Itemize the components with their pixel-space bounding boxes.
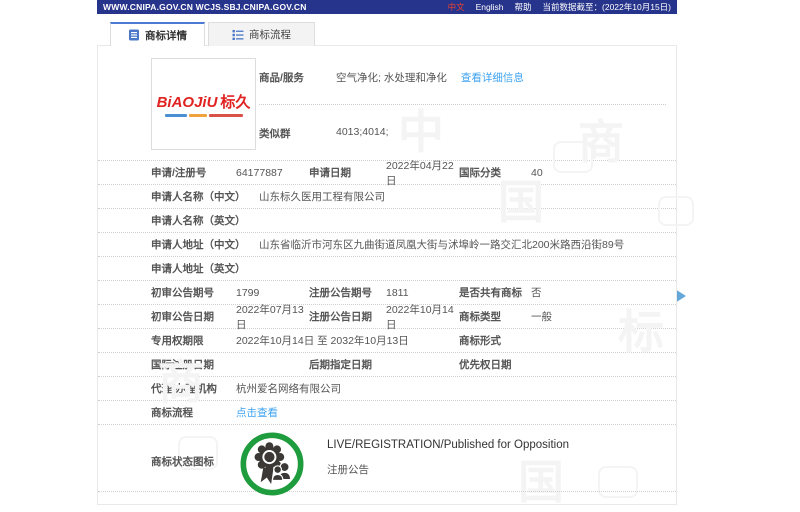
field-label: 商标流程 [151,405,236,420]
table-row-agent: 代理/办理机构 杭州爱名网络有限公司 [98,376,676,400]
document-icon [128,29,140,41]
brand-logo-text: BiAOJiU标久 [157,91,251,112]
click-to-view-link[interactable]: 点击查看 [236,405,278,420]
field-label: 申请人地址（中文） [151,237,259,252]
tab-trademark-process[interactable]: 商标流程 [208,22,315,46]
field-label: 申请/注册号 [151,165,236,180]
field-value: 40 [531,167,676,179]
table-row-address-cn: 申请人地址（中文） 山东省临沂市河东区九曲街道凤凰大街与沭埠岭一路交汇北200米… [98,232,676,256]
table-row-application: 申请/注册号 64177887 申请日期 2022年04月22日 国际分类 40 [98,160,676,184]
field-value: 4013;4014; [336,126,389,141]
green-medal-badge-icon [239,431,305,500]
goods-services-row: 商品/服务 空气净化; 水处理和净化 查看详细信息 [259,70,524,85]
brand-cn: 标久 [220,94,250,111]
field-value: 杭州爱名网络有限公司 [236,381,676,396]
field-label: 注册公告期号 [309,285,386,300]
field-label: 商品/服务 [259,70,336,85]
brand-en: BiAOJiU [157,94,218,111]
field-value: 1799 [236,287,309,299]
lang-chinese-link[interactable]: 中文 [448,0,465,14]
status-text-cn: 注册公告 [327,462,569,477]
divider [259,104,666,105]
field-value: 山东省临沂市河东区九曲街道凤凰大街与沭埠岭一路交汇北200米路西沿街89号 [259,237,676,252]
field-value: 山东标久医用工程有限公司 [259,189,676,204]
tab-label: 商标详情 [145,28,187,43]
list-icon [232,29,244,41]
field-value: 2022年07月13日 [236,302,309,332]
data-cutoff-text: 当前数据截至：(2022年10月15日) [543,0,671,14]
field-label: 申请人名称（英文） [151,213,259,228]
field-label: 申请日期 [309,165,386,180]
field-label: 代理/办理机构 [151,381,236,396]
field-value: 2022年10月14日 至 2032年10月13日 [236,333,459,348]
field-value: 2022年04月22日 [386,158,459,188]
table-row-publication-date: 初审公告日期 2022年07月13日 注册公告日期 2022年10月14日 商标… [98,304,676,328]
field-label: 申请人地址（英文） [151,261,259,276]
top-navy-bar: WWW.CNIPA.GOV.CN WCJS.SBJ.CNIPA.GOV.CN 中… [97,0,677,14]
table-row-applicant-en: 申请人名称（英文） [98,208,676,232]
field-label: 类似群 [259,126,336,141]
help-link[interactable]: 帮助 [515,0,532,14]
field-label: 后期指定日期 [309,357,386,372]
table-row-intl-dates: 国际注册日期 后期指定日期 优先权日期 [98,352,676,376]
trademark-image: BiAOJiU标久 [151,58,256,150]
field-label: 商标状态图标 [151,454,214,469]
site-urls: WWW.CNIPA.GOV.CN WCJS.SBJ.CNIPA.GOV.CN [103,0,307,14]
field-value: 一般 [531,309,676,324]
site-container: WWW.CNIPA.GOV.CN WCJS.SBJ.CNIPA.GOV.CN 中… [97,0,677,505]
brand-color-strip [165,114,243,117]
field-label: 申请人名称（中文） [151,189,259,204]
similar-group-row: 类似群 4013;4014; [259,126,389,141]
field-value: 1811 [386,287,459,299]
field-label: 商标类型 [459,309,531,324]
trademark-details-panel: 中 国 商 标 商 国 BiAOJiU标久 商品/服务 空气净化; 水处理和净化… [97,45,677,505]
field-label: 是否共有商标 [459,285,531,300]
tab-bar: 商标详情 商标流程 [110,22,677,46]
field-label: 优先权日期 [459,357,531,372]
top-section: BiAOJiU标久 商品/服务 空气净化; 水处理和净化 查看详细信息 类似群 … [98,46,676,160]
field-label: 国际注册日期 [151,357,236,372]
field-label: 国际分类 [459,165,531,180]
field-value: 空气净化; 水处理和净化 [336,70,447,85]
lang-english-link[interactable]: English [476,0,504,14]
view-details-link[interactable]: 查看详细信息 [461,70,524,85]
table-row-publication-no: 初审公告期号 1799 注册公告期号 1811 是否共有商标 否 [98,280,676,304]
table-row-process: 商标流程 点击查看 [98,400,676,424]
field-value: 否 [531,285,676,300]
table-row-applicant-cn: 申请人名称（中文） 山东标久医用工程有限公司 [98,184,676,208]
field-label: 商标形式 [459,333,531,348]
table-row-exclusive-period: 专用权期限 2022年10月14日 至 2032年10月13日 商标形式 [98,328,676,352]
table-row-address-en: 申请人地址（英文） [98,256,676,280]
field-label: 专用权期限 [151,333,236,348]
tab-label: 商标流程 [249,27,291,42]
field-value: 2022年10月14日 [386,302,459,332]
field-value: 64177887 [236,167,309,179]
field-label: 初审公告期号 [151,285,236,300]
field-label: 注册公告日期 [309,309,386,324]
table-row-status: 商标状态图标 [98,424,676,492]
tab-trademark-details[interactable]: 商标详情 [110,22,205,46]
status-text-en: LIVE/REGISTRATION/Published for Oppositi… [327,439,569,451]
field-label: 初审公告日期 [151,309,236,324]
